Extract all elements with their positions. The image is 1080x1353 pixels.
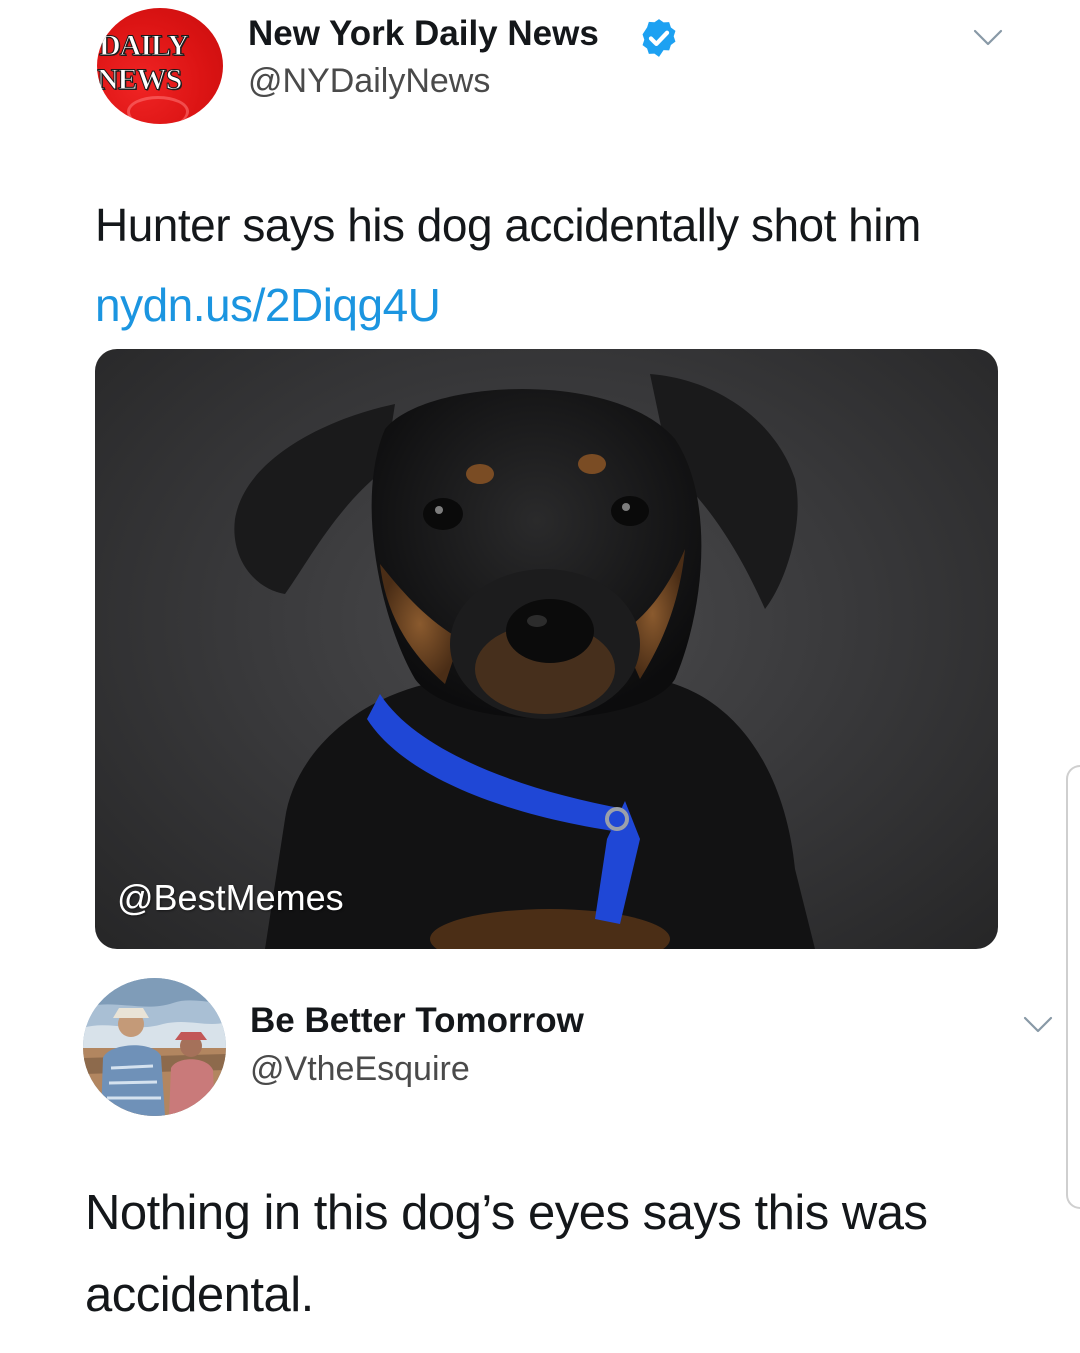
avatar-logo-line-1: DAILY [99, 29, 190, 62]
tweet1-text: Hunter says his dog accidentally shot hi… [95, 185, 995, 345]
tweet1-handle[interactable]: @NYDailyNews [248, 60, 490, 102]
image-watermark: @BestMemes [117, 877, 344, 918]
tweet2-display-name[interactable]: Be Better Tomorrow [250, 1000, 584, 1042]
chevron-down-icon[interactable] [973, 29, 1003, 47]
tweet2-text: Nothing in this dog’s eyes says this was… [85, 1186, 928, 1322]
vtheesquire-avatar[interactable] [83, 978, 226, 1116]
scroll-edge-handle[interactable] [1066, 765, 1080, 1209]
tweet1-body: Hunter says his dog accidentally shot hi… [95, 199, 921, 251]
verified-badge-icon [642, 19, 676, 57]
tweet1-link[interactable]: nydn.us/2Diqg4U [95, 279, 441, 331]
puppy-photo [234, 374, 815, 949]
tweet1-media-image[interactable]: @BestMemes [95, 349, 998, 949]
nydn-avatar[interactable]: DAILY NEWS [97, 8, 223, 124]
tweet2-handle[interactable]: @VtheEsquire [250, 1048, 470, 1090]
avatar-photo [83, 978, 226, 1116]
avatar-logo-mark [127, 96, 189, 124]
tweet1-display-name[interactable]: New York Daily News [248, 13, 599, 55]
chevron-down-icon[interactable] [1023, 1016, 1053, 1034]
avatar-logo-line-2: NEWS [97, 63, 183, 96]
